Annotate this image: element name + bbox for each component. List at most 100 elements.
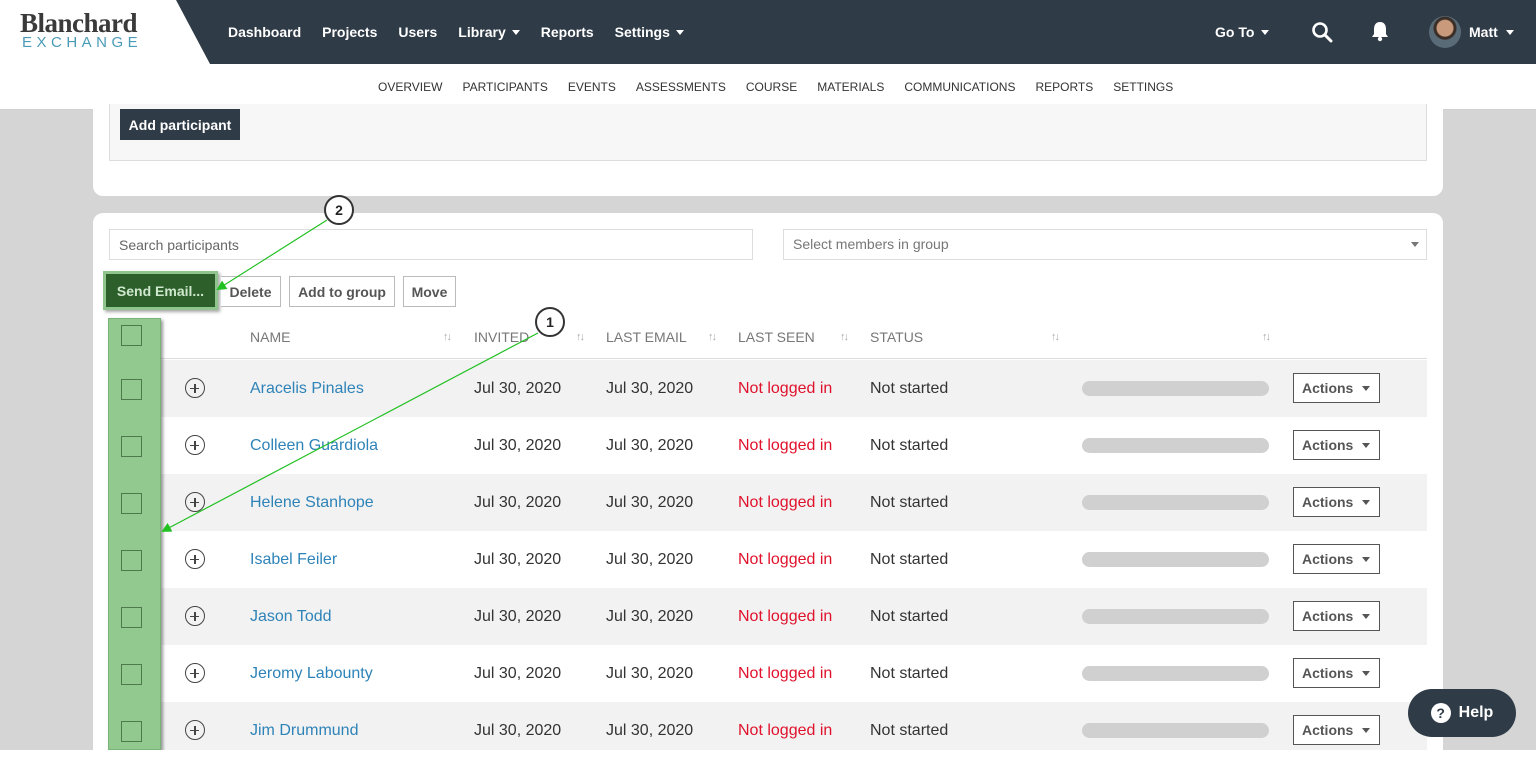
actions-dropdown-button[interactable]: Actions [1293, 715, 1380, 745]
expand-plus-icon[interactable] [185, 549, 205, 569]
last-seen-status: Not logged in [738, 551, 833, 568]
nav-item-label: Reports [540, 24, 594, 40]
group-select[interactable]: Select members in group [783, 229, 1427, 260]
help-button[interactable]: ? Help [1408, 689, 1516, 737]
expand-plus-icon[interactable] [185, 378, 205, 398]
nav-item-reports[interactable]: Reports [541, 24, 594, 40]
bell-icon[interactable] [1369, 20, 1391, 42]
participant-name-link[interactable]: Colleen Guardiola [250, 417, 378, 474]
participant-name-link[interactable]: Isabel Feiler [250, 531, 337, 588]
actions-dropdown-button[interactable]: Actions [1293, 658, 1380, 688]
participant-name-link[interactable]: Helene Stanhope [250, 474, 374, 531]
table-row: Jason Todd Jul 30, 2020 Jul 30, 2020 Not lo… [109, 588, 1427, 645]
header-last-seen[interactable]: LAST SEEN [738, 329, 815, 345]
page-bottom [0, 750, 1536, 759]
move-button[interactable]: Move [403, 276, 456, 307]
invited-date: Jul 30, 2020 [474, 608, 562, 625]
row-checkbox[interactable] [121, 436, 142, 457]
expand-plus-icon[interactable] [185, 663, 205, 683]
last-seen-status: Not logged in [738, 494, 833, 511]
row-checkbox[interactable] [121, 664, 142, 685]
nav-item-library[interactable]: Library [458, 24, 520, 40]
row-checkbox[interactable] [121, 607, 142, 628]
row-checkbox[interactable] [121, 493, 142, 514]
actions-dropdown-button[interactable]: Actions [1293, 544, 1380, 574]
participant-name-link[interactable]: Aracelis Pinales [250, 360, 364, 417]
table-row: Isabel Feiler Jul 30, 2020 Jul 30, 2020 Not… [109, 531, 1427, 588]
course-status: Not started [870, 437, 949, 454]
goto-menu[interactable]: Go To [1215, 0, 1270, 64]
row-checkbox[interactable] [121, 721, 142, 742]
nav-item-users[interactable]: Users [398, 24, 437, 40]
sort-icon[interactable]: ↑↓ [1051, 331, 1060, 343]
row-checkbox[interactable] [121, 550, 142, 571]
chevron-down-icon [1261, 29, 1270, 35]
sort-icon[interactable]: ↑↓ [1262, 331, 1271, 343]
send-email-button[interactable]: Send Email... [103, 271, 218, 310]
user-menu[interactable]: Matt [1469, 0, 1514, 64]
chevron-down-icon [1505, 29, 1514, 35]
logo-sub: EXCHANGE [22, 34, 143, 51]
chevron-down-icon [511, 29, 520, 35]
nav-item-label: Dashboard [228, 24, 302, 40]
sort-icon[interactable]: ↑↓ [840, 331, 849, 343]
chevron-down-icon [1362, 385, 1371, 391]
add-to-group-button[interactable]: Add to group [289, 276, 395, 307]
nav-item-settings[interactable]: Settings [615, 24, 684, 40]
course-status: Not started [870, 494, 949, 511]
search-input[interactable] [109, 229, 753, 260]
nav-item-projects[interactable]: Projects [322, 24, 377, 40]
search-icon[interactable] [1311, 21, 1333, 43]
step-2-badge: 2 [324, 195, 354, 225]
select-all-checkbox[interactable] [121, 325, 142, 346]
actions-dropdown-button[interactable]: Actions [1293, 373, 1380, 403]
actions-dropdown-button[interactable]: Actions [1293, 601, 1380, 631]
table-row: Jeromy Labounty Jul 30, 2020 Jul 30, 2020 N… [109, 645, 1427, 702]
actions-label: Actions [1302, 437, 1354, 453]
row-checkbox[interactable] [121, 379, 142, 400]
actions-label: Actions [1302, 665, 1354, 681]
add-participant-panel [93, 104, 1443, 196]
table-row: Aracelis Pinales Jul 30, 2020 Jul 30, 2020… [109, 360, 1427, 417]
actions-dropdown-button[interactable]: Actions [1293, 487, 1380, 517]
invited-date: Jul 30, 2020 [474, 551, 562, 568]
sort-icon[interactable]: ↑↓ [443, 331, 452, 343]
actions-dropdown-button[interactable]: Actions [1293, 430, 1380, 460]
chevron-down-icon [675, 29, 684, 35]
actions-label: Actions [1302, 551, 1354, 567]
progress-bar [1082, 495, 1269, 510]
header-status[interactable]: STATUS [870, 329, 923, 345]
header-name[interactable]: NAME [250, 329, 290, 345]
help-label: Help [1458, 704, 1494, 721]
invited-date: Jul 30, 2020 [474, 380, 562, 397]
expand-plus-icon[interactable] [185, 606, 205, 626]
avatar[interactable] [1429, 16, 1461, 48]
group-select-placeholder: Select members in group [793, 236, 949, 252]
add-participant-button[interactable]: Add participant [120, 109, 240, 140]
expand-plus-icon[interactable] [185, 720, 205, 740]
course-status: Not started [870, 665, 949, 682]
actions-label: Actions [1302, 494, 1354, 510]
actions-label: Actions [1302, 380, 1354, 396]
expand-plus-icon[interactable] [185, 492, 205, 512]
last-seen-status: Not logged in [738, 380, 833, 397]
expand-plus-icon[interactable] [185, 435, 205, 455]
participant-name-link[interactable]: Jeromy Labounty [250, 645, 373, 702]
main-nav: Dashboard Projects Users Library Reports Sett… [228, 0, 684, 64]
table-row: Colleen Guardiola Jul 30, 2020 Jul 30, 202… [109, 417, 1427, 474]
logo[interactable]: Blanchard EXCHANGE [0, 0, 210, 64]
last-email-date: Jul 30, 2020 [606, 665, 694, 682]
delete-button[interactable]: Delete [221, 276, 281, 307]
sort-icon[interactable]: ↑↓ [708, 331, 717, 343]
chevron-down-icon [1411, 242, 1419, 247]
invited-date: Jul 30, 2020 [474, 494, 562, 511]
nav-item-label: Library [458, 24, 506, 40]
user-name: Matt [1469, 24, 1498, 40]
step-1-badge: 1 [535, 307, 565, 337]
header-last-email[interactable]: LAST EMAIL [606, 329, 687, 345]
participant-name-link[interactable]: Jason Todd [250, 588, 332, 645]
last-email-date: Jul 30, 2020 [606, 437, 694, 454]
sort-icon[interactable]: ↑↓ [576, 331, 585, 343]
header-invited[interactable]: INVITED [474, 329, 529, 345]
nav-item-dashboard[interactable]: Dashboard [228, 24, 301, 40]
